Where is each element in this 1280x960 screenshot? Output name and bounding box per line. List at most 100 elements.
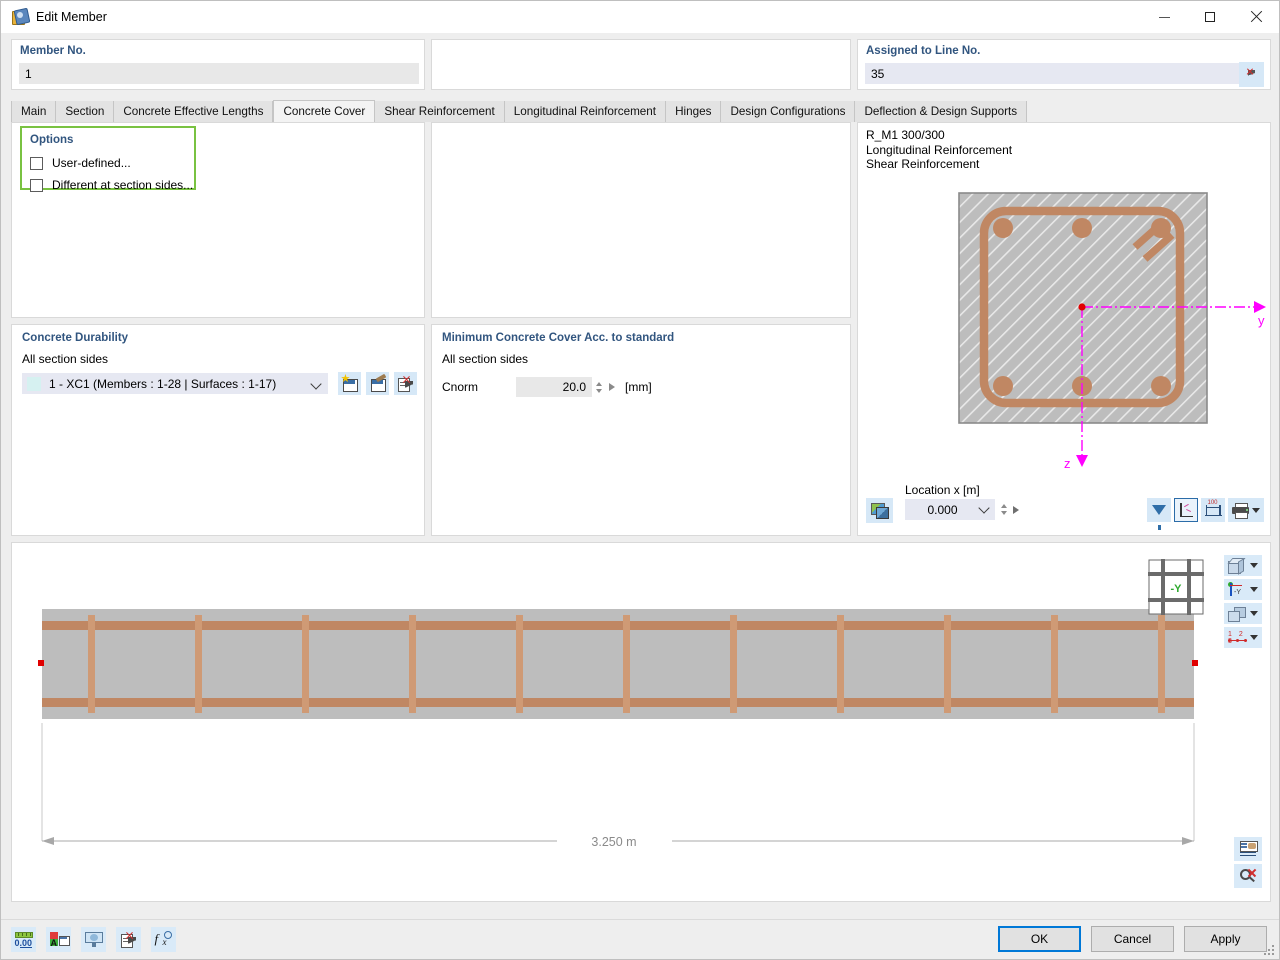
status-bar-tools: 0.00 A f x (11, 927, 176, 952)
tab-shear-reinforcement[interactable]: Shear Reinforcement (375, 101, 505, 122)
new-durability-button[interactable]: ★ (338, 372, 361, 395)
cnorm-more-icon[interactable] (609, 383, 615, 391)
cnorm-stepper[interactable] (592, 377, 605, 397)
units-decimals-button[interactable]: 0.00 (11, 927, 36, 952)
report-button[interactable] (1234, 837, 1262, 861)
chevron-down-icon (1252, 507, 1260, 513)
stepper-up-icon (1001, 504, 1007, 508)
durability-select[interactable]: 1 - XC1 (Members : 1-28 | Surfaces : 1-1… (22, 373, 328, 394)
maximize-icon (1205, 12, 1215, 22)
minimize-icon (1158, 16, 1170, 18)
tab-concrete-cover[interactable]: Concrete Cover (273, 100, 376, 122)
edit-durability-button[interactable] (366, 372, 389, 395)
window-title: Edit Member (36, 10, 107, 24)
member-elevation-svg: 3.250 m (38, 609, 1198, 849)
delete-selection-button[interactable] (116, 927, 141, 952)
checkbox-different-at-section-sides[interactable]: Different at section sides... (30, 177, 193, 193)
empty-top-middle-panel (431, 122, 851, 318)
chevron-down-icon (1250, 563, 1258, 568)
close-button[interactable] (1233, 1, 1279, 33)
options-panel: Options User-defined... Different at sec… (11, 122, 425, 318)
cross-section-diagram[interactable]: y z (858, 183, 1270, 488)
delete-durability-button[interactable] (394, 372, 417, 395)
render-mode-button[interactable] (1224, 555, 1262, 576)
member-no-card: Member No. 1 (11, 39, 425, 90)
tab-longitudinal-reinforcement[interactable]: Longitudinal Reinforcement (504, 101, 667, 122)
tab-section[interactable]: Section (56, 101, 115, 122)
chevron-down-icon (310, 378, 322, 390)
ok-button[interactable]: OK (998, 926, 1081, 952)
assigned-line-card: Assigned to Line No. 35 (857, 39, 1271, 90)
tab-hinges[interactable]: Hinges (666, 101, 722, 122)
cancel-button[interactable]: Cancel (1091, 926, 1174, 952)
dimensions-icon: 100 (1204, 500, 1222, 518)
units-decimals-icon: 0.00 (14, 931, 33, 948)
location-x-label: Location x [m] (905, 483, 980, 497)
delete-durability-icon (397, 376, 414, 392)
view-corner-tools (1234, 837, 1264, 891)
dimensions-button[interactable]: 100 (1201, 498, 1225, 522)
report-icon (1239, 841, 1258, 857)
tab-main[interactable]: Main (11, 101, 57, 122)
navigation-cube-icon[interactable]: -Y (1148, 559, 1204, 615)
render-mode-icon (1227, 558, 1246, 575)
new-durability-icon: ★ (341, 374, 358, 392)
apply-button[interactable]: Apply (1184, 926, 1267, 952)
print-button[interactable] (1228, 498, 1264, 522)
assigned-line-input[interactable]: 35 (865, 63, 1243, 84)
snapshot-button[interactable] (866, 498, 893, 523)
display-properties-button[interactable]: A (46, 927, 71, 952)
filter-icon (1152, 505, 1166, 530)
cnorm-input[interactable]: 20.0 (516, 377, 592, 397)
header-fields: Member No. 1 Assigned to Line No. 35 (1, 33, 1279, 96)
checkbox-user-defined-label: User-defined... (52, 156, 131, 170)
tab-concrete-effective-lengths[interactable]: Concrete Effective Lengths (114, 101, 274, 122)
member-length-dimension: 3.250 m (591, 835, 636, 849)
close-icon (1250, 11, 1262, 23)
zoom-reset-icon (1239, 868, 1257, 884)
minimum-cover-sublabel: All section sides (442, 352, 529, 366)
member-elevation-panel[interactable]: 3.250 m -Y -Y 1 2 3 (11, 542, 1271, 902)
durability-color-swatch (27, 376, 41, 391)
snapshot-icon (871, 503, 889, 519)
view-direction-axis-label: -Y (1234, 588, 1241, 596)
checkbox-user-defined[interactable]: User-defined... (30, 155, 131, 171)
visual-object-button[interactable] (81, 927, 106, 952)
member-no-input[interactable]: 1 (19, 63, 419, 84)
title-bar: Edit Member (1, 1, 1279, 33)
chevron-down-icon (978, 502, 990, 514)
view-direction-button[interactable]: -Y (1224, 579, 1262, 600)
stepper-down-icon (595, 388, 602, 393)
checkbox-different-sides-label: Different at section sides... (52, 178, 194, 192)
stepper-down-icon (1001, 511, 1007, 515)
maximize-button[interactable] (1187, 1, 1233, 33)
location-x-stepper[interactable] (998, 499, 1010, 520)
location-x-select[interactable]: 0.000 (905, 499, 995, 520)
svg-text:-Y: -Y (1171, 583, 1183, 595)
tab-deflection-design-supports[interactable]: Deflection & Design Supports (855, 101, 1028, 122)
zoom-reset-button[interactable] (1234, 864, 1262, 888)
solid-model-icon (1228, 606, 1246, 622)
edit-durability-icon (370, 373, 386, 392)
cross-section-svg: y z (958, 192, 1266, 471)
formula-button[interactable]: fx (151, 927, 176, 952)
display-properties-icon: A (49, 931, 70, 948)
location-x-next-icon[interactable] (1013, 506, 1019, 514)
checkbox-box-icon (30, 178, 43, 192)
select-line-button[interactable] (1239, 62, 1264, 87)
axes-display-button[interactable] (1174, 498, 1198, 522)
chevron-down-icon (1250, 635, 1258, 640)
header-spacer-card (431, 39, 851, 90)
solid-model-button[interactable] (1224, 603, 1262, 624)
member-icon (10, 7, 31, 26)
minimize-button[interactable] (1141, 1, 1187, 33)
tab-bar: Main Section Concrete Effective Lengths … (11, 100, 1271, 122)
resize-grip[interactable] (1264, 945, 1276, 957)
tab-design-configurations[interactable]: Design Configurations (721, 101, 856, 122)
filter-button[interactable] (1147, 498, 1171, 530)
cnorm-label: Cnorm (442, 380, 479, 394)
location-x-value: 0.000 (927, 502, 958, 517)
edit-member-dialog: Edit Member Member No. 1 Assigned to Lin… (0, 0, 1280, 960)
chevron-down-icon (1250, 587, 1258, 592)
numbering-button[interactable]: 1 2 3 (1224, 627, 1262, 648)
